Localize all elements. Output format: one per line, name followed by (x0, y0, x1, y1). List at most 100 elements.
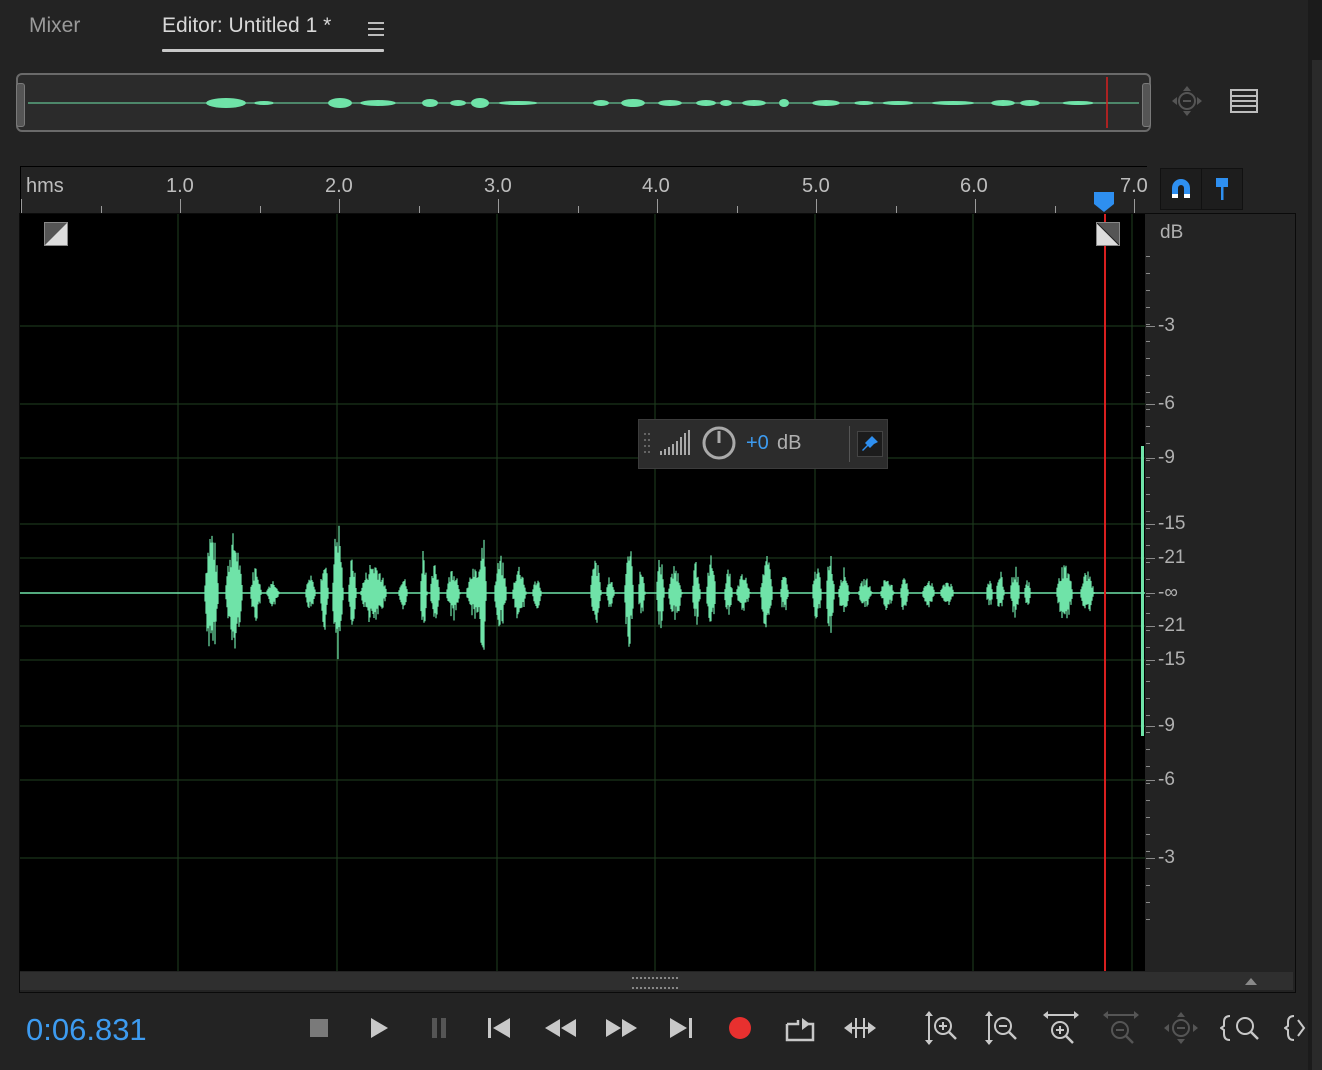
scale-minor-tick (1146, 273, 1150, 274)
pause-button[interactable] (424, 1010, 454, 1046)
scale-minor-tick (1146, 613, 1150, 614)
zoom-selection-icon[interactable] (1168, 82, 1206, 120)
scale-minor-tick (1146, 511, 1150, 512)
collapse-up-icon[interactable] (1244, 976, 1258, 986)
scale-label: -3 (1158, 847, 1175, 868)
ruler-tick (816, 199, 817, 213)
scale-label: -∞ (1158, 582, 1178, 603)
scale-label: -9 (1158, 447, 1175, 468)
scale-minor-tick (1146, 749, 1150, 750)
hud-divider (849, 426, 850, 462)
zoom-out-time-button[interactable] (1100, 1010, 1142, 1046)
ruler-tick-label: 1.0 (166, 175, 194, 197)
waveform-display[interactable] (20, 214, 1145, 971)
scale-tick (1146, 858, 1155, 859)
ruler-tick-label: 3.0 (484, 175, 512, 197)
scale-minor-tick (1146, 426, 1150, 427)
scale-minor-tick (1146, 341, 1150, 342)
ruler-tick (101, 206, 102, 213)
volume-knob-icon[interactable] (701, 425, 737, 461)
fast-forward-button[interactable] (602, 1010, 640, 1046)
ruler-tick (896, 206, 897, 213)
panel-menu-icon[interactable] (368, 22, 384, 40)
hud-drag-handle[interactable] (643, 428, 651, 462)
scale-minor-tick (1146, 545, 1150, 546)
scale-minor-tick (1146, 375, 1150, 376)
magnet-icon[interactable] (1160, 168, 1202, 210)
scale-minor-tick (1146, 851, 1150, 852)
level-meter-icon (660, 430, 690, 455)
overview-waveform (28, 77, 1139, 128)
scale-minor-tick (1146, 256, 1150, 257)
scale-minor-tick (1146, 681, 1150, 682)
scale-minor-tick (1146, 409, 1150, 410)
loop-playback-button[interactable] (782, 1010, 818, 1046)
current-time-display[interactable]: 0:06.831 (26, 1012, 147, 1048)
go-to-end-button[interactable] (664, 1010, 698, 1046)
scale-label: -3 (1158, 315, 1175, 336)
scale-minor-tick (1146, 562, 1150, 563)
volume-hud[interactable]: +0 dB (638, 419, 888, 469)
level-indicator (1141, 446, 1144, 736)
fade-in-handle-icon[interactable] (44, 222, 68, 246)
scale-label: -21 (1158, 615, 1186, 636)
ruler-tick (339, 199, 340, 213)
ruler-tick (498, 199, 499, 213)
scale-tick (1146, 524, 1155, 525)
panel-menu-icon[interactable] (1228, 86, 1260, 116)
zoom-to-selection-button[interactable] (1220, 1010, 1264, 1046)
record-button[interactable] (724, 1010, 756, 1046)
ruler-tick-label: 4.0 (642, 175, 670, 197)
scale-minor-tick (1146, 443, 1150, 444)
scale-minor-tick (1146, 732, 1150, 733)
scale-tick (1146, 558, 1155, 559)
waveform (20, 214, 1145, 971)
scale-tick (1146, 780, 1155, 781)
skip-selection-button[interactable] (840, 1010, 880, 1046)
scale-minor-tick (1146, 324, 1150, 325)
pin-icon[interactable] (857, 431, 883, 457)
play-button[interactable] (364, 1010, 394, 1046)
scale-label: -6 (1158, 393, 1175, 414)
horizontal-scrollbar[interactable] (20, 972, 1293, 990)
pin-icon[interactable] (1201, 168, 1243, 210)
panel-scrollbar[interactable] (1312, 60, 1322, 1070)
scale-unit-label: dB (1160, 222, 1184, 243)
hud-gain-value[interactable]: +0 (746, 432, 769, 455)
time-ruler[interactable]: hms 1.0 2.0 3.0 4.0 5.0 6.0 7.0 (20, 166, 1147, 213)
scale-minor-tick (1146, 358, 1150, 359)
ruler-tick (1055, 206, 1056, 213)
ruler-tick (657, 199, 658, 213)
playhead-marker-icon[interactable] (1092, 190, 1118, 214)
tab-editor[interactable]: Editor: Untitled 1 * (162, 14, 331, 38)
scale-minor-tick (1146, 885, 1150, 886)
scale-minor-tick (1146, 477, 1150, 478)
ruler-tick (260, 206, 261, 213)
scale-tick (1146, 326, 1155, 327)
scrollbar-grip[interactable] (632, 977, 678, 989)
scale-minor-tick (1146, 647, 1150, 648)
fade-out-handle-icon[interactable] (1096, 222, 1120, 246)
scale-minor-tick (1146, 307, 1150, 308)
scale-minor-tick (1146, 868, 1150, 869)
zoom-out-full-button[interactable] (1160, 1010, 1202, 1046)
ruler-tick-label: 5.0 (802, 175, 830, 197)
ruler-tick (1134, 199, 1135, 213)
scale-tick (1146, 660, 1155, 661)
tab-mixer[interactable]: Mixer (29, 14, 80, 38)
zoom-in-amplitude-button[interactable] (922, 1010, 960, 1046)
stop-button[interactable] (304, 1010, 334, 1046)
go-to-start-button[interactable] (482, 1010, 516, 1046)
zoom-out-amplitude-button[interactable] (982, 1010, 1020, 1046)
ruler-unit-label: hms (26, 175, 64, 197)
scale-minor-tick (1146, 800, 1150, 801)
ruler-tick-label: 2.0 (325, 175, 353, 197)
rewind-button[interactable] (542, 1010, 580, 1046)
overview-navigator[interactable] (16, 73, 1151, 132)
scale-minor-tick (1146, 834, 1150, 835)
scale-label: -15 (1158, 513, 1186, 534)
zoom-in-time-button[interactable] (1040, 1010, 1082, 1046)
scale-minor-tick (1146, 919, 1150, 920)
scale-tick (1146, 593, 1155, 594)
zoom-in-point-button[interactable] (1284, 1010, 1308, 1046)
